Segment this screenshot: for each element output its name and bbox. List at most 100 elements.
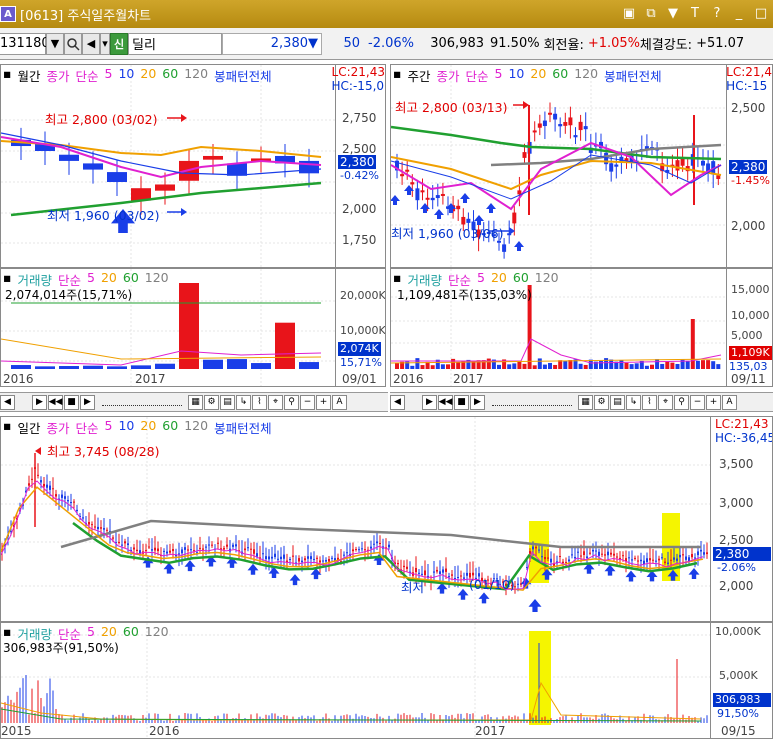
- candle: [379, 542, 381, 544]
- window-title: [0613] 주식일주월차트: [20, 8, 152, 24]
- ma20-line: [1, 486, 704, 591]
- weekly-volume-chart[interactable]: ▪ 거래량 단순 5 20 60 120 1,109,481주(135,03%)…: [390, 268, 773, 387]
- candle: [67, 500, 69, 502]
- legend-vma120: 120: [534, 270, 559, 285]
- indicator-icon[interactable]: ▤: [610, 394, 625, 410]
- maximize-button[interactable]: □: [753, 4, 769, 22]
- stop-icon[interactable]: ■: [454, 394, 469, 410]
- stop-icon[interactable]: ■: [64, 394, 79, 410]
- candle: [553, 113, 558, 120]
- minimize-button[interactable]: _: [731, 4, 747, 22]
- settings-icon[interactable]: ⚙: [204, 394, 219, 410]
- volume-bar: [517, 361, 522, 369]
- candle: [628, 557, 630, 559]
- monthly-chart-controls: ◀ ▶ ◀◀ ■ ▶ ▦ ⚙ ▤ ↳ ⌇ ⌖ ⚲ − + A: [0, 392, 388, 412]
- speaker-dropdown-icon[interactable]: ▾: [100, 32, 110, 55]
- candle: [163, 550, 165, 552]
- weekly-legend: ▪ 주간 종가 단순 5 10 20 60 120 봉패턴전체: [393, 66, 662, 85]
- candle: [517, 190, 522, 195]
- stock-code-input[interactable]: 131180: [0, 32, 50, 55]
- play-icon[interactable]: ▶: [32, 394, 47, 410]
- weekly-lc-hc: LC:21,4 HC:-15: [726, 65, 772, 93]
- volume-sub: 15,71%: [340, 356, 382, 369]
- plus-icon[interactable]: +: [316, 394, 331, 410]
- monthly-volume-chart[interactable]: ▪ 거래량 단순 5 20 60 120 2,074,014주(15,71%) …: [0, 268, 386, 387]
- draw-icon[interactable]: ↳: [626, 394, 641, 410]
- zoom-slider[interactable]: [492, 398, 572, 406]
- monthly-price-chart[interactable]: ▪ 월간 종가 단순 5 10 20 60 120 봉패턴전체 LC:21,43…: [0, 64, 386, 268]
- tool-icon[interactable]: ▦: [188, 394, 203, 410]
- text-icon[interactable]: A: [332, 394, 347, 410]
- dropdown-arrow-icon[interactable]: ▼: [46, 32, 64, 55]
- candle: [667, 562, 669, 564]
- volume-bar: [155, 363, 175, 369]
- tool-icon[interactable]: ▦: [578, 394, 593, 410]
- text-icon[interactable]: A: [722, 394, 737, 410]
- next-icon[interactable]: ▶: [80, 394, 95, 410]
- plus-icon[interactable]: +: [706, 394, 721, 410]
- volume-bar: [446, 364, 450, 369]
- price-value: 2,380: [270, 36, 308, 51]
- candle: [325, 559, 327, 562]
- zoom-icon[interactable]: ⚲: [674, 394, 689, 410]
- next-icon[interactable]: ▶: [470, 394, 485, 410]
- vtick: 10,000K: [715, 625, 761, 638]
- candle: [532, 546, 534, 550]
- scroll-left-icon[interactable]: ◀: [0, 394, 15, 410]
- candle: [250, 548, 252, 550]
- crosshair-icon[interactable]: ⌖: [268, 394, 283, 410]
- pin-icon[interactable]: ▼: [665, 4, 681, 22]
- chart-icon[interactable]: ⌇: [642, 394, 657, 410]
- date-label: 2016: [3, 372, 34, 386]
- legend-marker: ▪: [393, 66, 402, 81]
- candle: [679, 554, 681, 558]
- volume-bar: [275, 322, 295, 369]
- candle: [28, 483, 30, 486]
- search-icon[interactable]: [64, 32, 82, 55]
- weekly-low-label: 최저 1,960 (03/06): [391, 226, 504, 241]
- font-icon[interactable]: T: [687, 4, 703, 22]
- vtick: 10,000K: [340, 324, 386, 337]
- candle: [673, 557, 675, 560]
- candle: [415, 567, 417, 573]
- rewind-icon[interactable]: ◀◀: [48, 394, 63, 410]
- speaker-icon[interactable]: ◀: [82, 32, 100, 55]
- rewind-icon[interactable]: ◀◀: [438, 394, 453, 410]
- price-sub: -1.45%: [731, 174, 770, 187]
- candle: [127, 543, 129, 546]
- ytick: 2,500: [731, 101, 766, 115]
- candle: [203, 155, 223, 160]
- zoom-icon[interactable]: ⚲: [284, 394, 299, 410]
- draw-icon[interactable]: ↳: [236, 394, 251, 410]
- window-mode-icon[interactable]: ▣: [621, 4, 637, 22]
- minus-icon[interactable]: −: [690, 394, 705, 410]
- chart-icon[interactable]: ⌇: [252, 394, 267, 410]
- candle: [403, 565, 405, 568]
- play-icon[interactable]: ▶: [422, 394, 437, 410]
- candle: [61, 494, 63, 498]
- candle: [592, 549, 594, 552]
- legend-ma20: 20: [140, 66, 157, 81]
- monthly-high-label: 최고 2,800 (03/02): [45, 112, 158, 127]
- volume-value: 306,983: [430, 36, 484, 51]
- settings-icon[interactable]: ⚙: [594, 394, 609, 410]
- daily-volume-chart[interactable]: ▪ 거래량 단순 5 20 60 120 306,983주(91,50%) 10…: [0, 622, 773, 739]
- window-copy-icon[interactable]: ⧉: [643, 4, 659, 22]
- sin-button[interactable]: 신: [110, 32, 128, 55]
- help-icon[interactable]: ?: [709, 4, 725, 22]
- turnover-label: 회전율:: [543, 38, 584, 53]
- zoom-slider[interactable]: [102, 398, 182, 406]
- scroll-left-icon[interactable]: ◀: [390, 394, 405, 410]
- minus-icon[interactable]: −: [300, 394, 315, 410]
- candle: [316, 557, 318, 559]
- weekly-price-chart[interactable]: ▪ 주간 종가 단순 5 10 20 60 120 봉패턴전체 LC:21,4 H…: [390, 64, 773, 268]
- indicator-icon[interactable]: ▤: [220, 394, 235, 410]
- date-label: 2017: [475, 724, 506, 738]
- candle: [456, 205, 461, 210]
- candle: [73, 501, 75, 503]
- candle: [451, 574, 453, 576]
- candle: [563, 122, 568, 126]
- crosshair-icon[interactable]: ⌖: [658, 394, 673, 410]
- candle: [697, 551, 699, 556]
- daily-price-chart[interactable]: ▪ 일간 종가 단순 5 10 20 60 120 봉패턴전체 LC:21,43…: [0, 416, 773, 622]
